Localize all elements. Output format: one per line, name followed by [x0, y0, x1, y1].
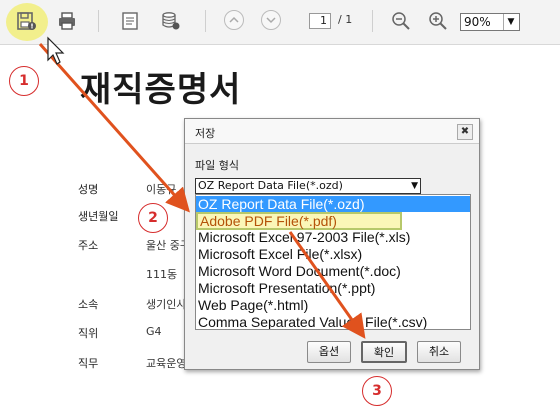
step-badge-1: 1 [9, 66, 39, 96]
step-badge-3: 3 [362, 376, 392, 406]
mouse-cursor-icon [47, 36, 65, 65]
annotation-overlay [38, 36, 366, 339]
annotation-arrow-2 [288, 231, 366, 339]
annotation-arrow-1 [38, 43, 190, 213]
step-badge-2: 2 [138, 203, 168, 233]
